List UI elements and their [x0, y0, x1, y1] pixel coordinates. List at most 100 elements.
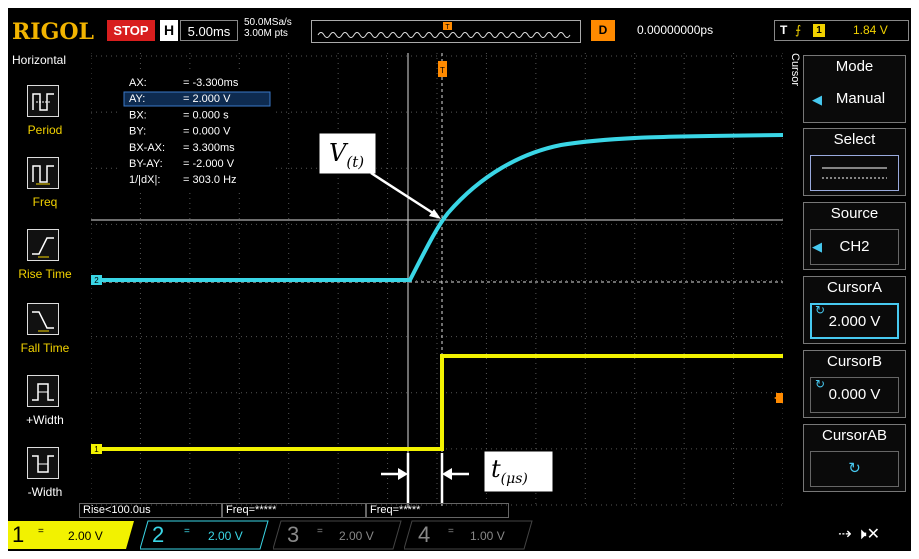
run-stop-status[interactable]: STOP — [107, 20, 155, 41]
fall-time-icon — [27, 303, 59, 335]
ch1-coupling: = — [38, 526, 44, 537]
freq-measurement-1: Freq=***** — [222, 503, 366, 518]
ch4-coupling: = — [448, 526, 454, 537]
measure-negative-width-button[interactable]: -Width — [8, 447, 82, 517]
source-button[interactable]: Source ◀ CH2 — [803, 202, 906, 270]
cursor-readout-name: AX: — [129, 77, 147, 89]
memory-depth: 3.00M pts — [244, 28, 288, 39]
trigger-info[interactable]: T ⨍ 1 1.84 V — [774, 20, 909, 41]
measure-positive-width-button[interactable]: +Width — [8, 375, 82, 445]
ch2-number: 2 — [152, 522, 165, 547]
delay-value[interactable]: 0.00000000ps — [617, 20, 767, 41]
cursor-ab-header: CursorAB — [821, 427, 888, 444]
measure-freq-button[interactable]: Freq — [8, 157, 82, 227]
sample-rate: 50.0MSa/s — [244, 17, 292, 28]
voltage-annotation: V(t) — [318, 132, 441, 219]
measure-rise-time-button[interactable]: Rise Time — [8, 229, 82, 299]
measure-period-button[interactable]: Period — [8, 85, 82, 155]
delay-label: D — [591, 20, 615, 41]
svg-text:T: T — [445, 24, 450, 31]
cursor-lines-icon — [822, 167, 887, 179]
cursor-readout-name: BY-AY: — [129, 158, 163, 170]
cursor-a-header: CursorA — [826, 279, 882, 296]
ch3-number: 3 — [287, 522, 300, 547]
cursor-readout-value: = -3.300ms — [183, 77, 239, 89]
rotate-knob-icon: ↻ — [815, 377, 826, 391]
measure-freq-label: Freq — [32, 195, 58, 209]
svg-text:2: 2 — [94, 276, 99, 285]
trigger-level: 1.84 V — [853, 23, 888, 37]
horizontal-label: H — [160, 20, 178, 41]
cursor-readout-value: = 0.000 s — [183, 109, 229, 121]
ch3-button[interactable]: 3 = 2.00 V — [273, 520, 402, 550]
measure-positive-width-label: +Width — [26, 413, 64, 427]
ch2-ground-marker[interactable]: 2 — [91, 275, 102, 285]
ch1-ground-marker[interactable]: 1 — [91, 444, 102, 454]
usb-icon: ⇢ — [838, 524, 852, 543]
cursor-ab-button[interactable]: CursorAB ↻ — [803, 424, 906, 492]
speaker-mute-icon: 🕨✕ — [856, 524, 881, 543]
ch3-scale: 2.00 V — [339, 529, 374, 543]
ch1-scale: 2.00 V — [68, 529, 103, 543]
ch1-button[interactable]: 1 = 2.00 V — [8, 520, 134, 550]
trigger-type-label: T — [780, 23, 788, 37]
brand-logo: RIGOL — [12, 19, 94, 45]
time-annotation: t(μs) — [381, 450, 554, 503]
cursor-readout-value: = 2.000 V — [183, 93, 231, 105]
rising-edge-icon: ⨍ — [795, 23, 802, 37]
cursor-b-header: CursorB — [826, 353, 882, 370]
ch4-button[interactable]: 4 = 1.00 V — [404, 520, 533, 550]
cursor-readout-name: 1/|dX|: — [129, 174, 160, 186]
cursor-readout-value: = 0.000 V — [183, 126, 231, 138]
ch2-scale: 2.00 V — [208, 529, 243, 543]
ch1-waveform — [93, 354, 783, 451]
mode-value: Manual — [835, 90, 886, 107]
ch1-number: 1 — [12, 522, 25, 547]
positive-width-icon — [27, 375, 59, 407]
freq-measurement-2: Freq=***** — [366, 503, 509, 518]
memory-waveform-icon: T — [317, 22, 571, 38]
status-icons: ⇢ 🕨✕ — [838, 524, 880, 544]
mode-header: Mode — [835, 58, 874, 75]
cursor-readout-value: = 3.300ms — [183, 142, 235, 154]
cursor-readout-name: BY: — [129, 126, 146, 138]
ch4-scale: 1.00 V — [470, 529, 505, 543]
rotate-knob-icon: ↻ — [815, 303, 826, 317]
trigger-position-marker[interactable]: T — [438, 61, 447, 77]
rise-time-icon — [27, 229, 59, 261]
timebase-value[interactable]: 5.00ms — [180, 20, 238, 41]
waveform-display[interactable]: 2 1 T AX: = -3.300ms AY: = 2.000 V BX: = 0.00… — [91, 53, 783, 508]
measure-fall-time-button[interactable]: Fall Time — [8, 303, 82, 373]
measure-period-label: Period — [27, 123, 63, 137]
measure-menu-title: Horizontal — [12, 53, 67, 67]
measure-fall-time-label: Fall Time — [20, 341, 70, 355]
select-button[interactable]: Select — [803, 128, 906, 196]
cursor-readout-name: BX: — [129, 109, 147, 121]
measure-negative-width-label: -Width — [27, 485, 63, 499]
source-header: Source — [830, 205, 879, 222]
cursor-readout-value: = -2.000 V — [183, 158, 235, 170]
sample-rate-info: 50.0MSa/s 3.00M pts — [244, 17, 292, 39]
oscilloscope-screen: RIGOL STOP H 5.00ms 50.0MSa/s 3.00M pts … — [8, 8, 911, 551]
select-value — [810, 155, 899, 191]
trigger-position-bar[interactable]: T — [311, 20, 581, 43]
period-icon — [27, 85, 59, 117]
ch2-button[interactable]: 2 = 2.00 V — [140, 520, 269, 550]
select-header: Select — [833, 131, 876, 148]
ch4-number: 4 — [418, 522, 431, 547]
source-value: CH2 — [810, 229, 899, 265]
channel-bar: 1 = 2.00 V 2 = 2.00 V 3 = 2.00 V 4 = 1.0… — [8, 520, 911, 551]
mode-button[interactable]: Mode ◀ Manual — [803, 55, 906, 123]
cursor-a-button[interactable]: CursorA 2.000 V ↻ — [803, 276, 906, 344]
trigger-source: 1 — [813, 24, 825, 37]
measure-menu: Horizontal Period Freq Rise Time Fall Ti… — [8, 53, 82, 513]
freq-icon — [27, 157, 59, 189]
cursor-b-button[interactable]: CursorB 0.000 V ↻ — [803, 350, 906, 418]
cursor-readout-value: = 303.0 Hz — [183, 174, 237, 186]
ch2-coupling: = — [184, 526, 190, 537]
trigger-level-marker[interactable] — [774, 393, 783, 403]
svg-text:T: T — [440, 66, 445, 75]
negative-width-icon — [27, 447, 59, 479]
ch3-coupling: = — [317, 526, 323, 537]
rise-time-measurement: Rise<100.0us — [79, 503, 222, 518]
